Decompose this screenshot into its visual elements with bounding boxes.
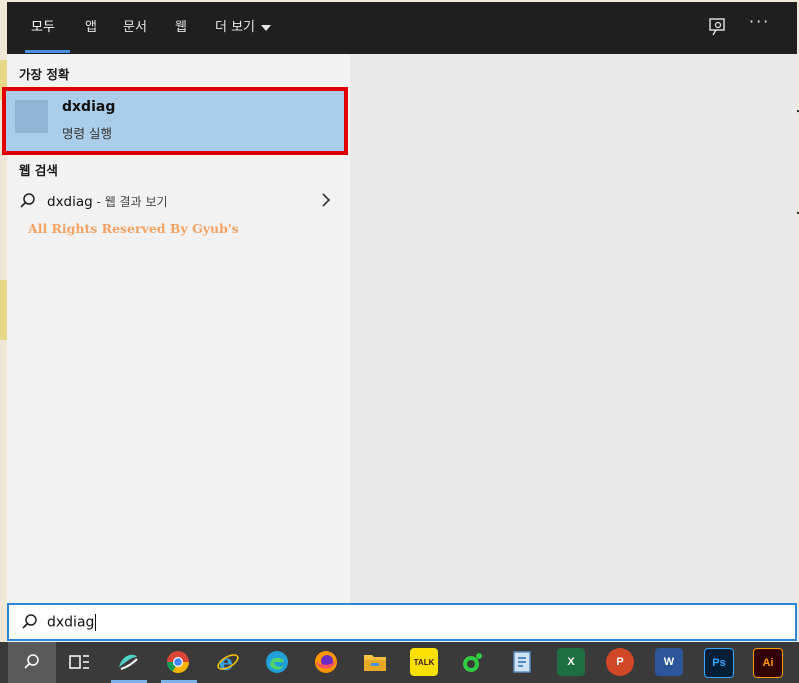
illustrator-label: Ai	[762, 657, 774, 669]
web-result-query: dxdiag	[47, 194, 93, 210]
best-match-result[interactable]: dxdiag 명령 실행	[2, 87, 348, 155]
chrome-icon[interactable]	[164, 648, 192, 676]
taskbar-search-button[interactable]	[8, 642, 56, 683]
kakaotalk-label: TALK	[413, 657, 435, 667]
search-icon	[24, 654, 39, 669]
powerpoint-icon[interactable]: P	[606, 648, 634, 676]
app-icon	[15, 100, 48, 133]
chevron-down-icon	[261, 24, 272, 31]
photoshop-icon[interactable]: Ps	[704, 648, 734, 678]
search-icon	[20, 193, 35, 208]
web-result-suffix: - 웹 결과 보기	[92, 195, 168, 209]
edge-icon[interactable]	[263, 648, 291, 676]
feedback-icon[interactable]	[707, 16, 729, 38]
powerpoint-label: P	[616, 656, 624, 668]
web-result-text: dxdiag - 웹 결과 보기	[47, 193, 168, 210]
green-app-icon[interactable]	[459, 648, 487, 676]
search-query-text: dxdiag	[47, 614, 95, 631]
more-options-icon[interactable]: ···	[749, 12, 770, 31]
search-panel: 모두 앱 문서 웹 더 보기 ··· 가장 정확 dxdiag 명령 실행 웹 …	[2, 2, 797, 642]
search-icon	[22, 614, 37, 629]
illustrator-icon[interactable]: Ai	[753, 648, 783, 678]
tab-all[interactable]: 모두	[31, 2, 55, 54]
desktop-decoration	[0, 280, 7, 340]
best-match-title: dxdiag	[62, 99, 116, 115]
excel-label: X	[567, 656, 575, 668]
app-swirl-icon[interactable]	[114, 648, 142, 676]
tab-web[interactable]: 웹	[175, 2, 187, 54]
photoshop-label: Ps	[712, 657, 726, 669]
tab-more-label: 더 보기	[215, 20, 256, 35]
word-icon[interactable]: W	[655, 648, 683, 676]
word-label: W	[663, 656, 675, 668]
watermark-text: All Rights Reserved By Gyub's	[28, 221, 239, 236]
chevron-right-icon[interactable]	[319, 191, 333, 209]
preview-pane	[350, 54, 797, 603]
search-input[interactable]: dxdiag	[7, 603, 797, 641]
internet-explorer-icon[interactable]: e	[214, 648, 242, 676]
task-view-icon[interactable]	[66, 648, 94, 676]
document-app-icon[interactable]	[508, 648, 536, 676]
firefox-icon[interactable]	[312, 648, 340, 676]
web-search-result[interactable]: dxdiag - 웹 결과 보기	[7, 188, 350, 218]
file-explorer-icon[interactable]	[361, 648, 389, 676]
tab-apps[interactable]: 앱	[85, 2, 97, 54]
text-caret	[95, 614, 97, 631]
best-match-subtitle: 명령 실행	[62, 126, 112, 141]
search-input-value: dxdiag	[47, 614, 97, 631]
best-match-heading: 가장 정확	[19, 67, 70, 82]
taskbar: e TALK X P W Ps Ai	[0, 642, 799, 683]
tab-more[interactable]: 더 보기	[215, 2, 272, 54]
tab-documents[interactable]: 문서	[123, 2, 147, 54]
web-search-heading: 웹 검색	[19, 163, 58, 178]
search-tabs-bar: 모두 앱 문서 웹 더 보기 ···	[7, 2, 797, 54]
kakaotalk-icon[interactable]: TALK	[410, 648, 438, 676]
excel-icon[interactable]: X	[557, 648, 585, 676]
active-tab-indicator	[25, 50, 70, 53]
